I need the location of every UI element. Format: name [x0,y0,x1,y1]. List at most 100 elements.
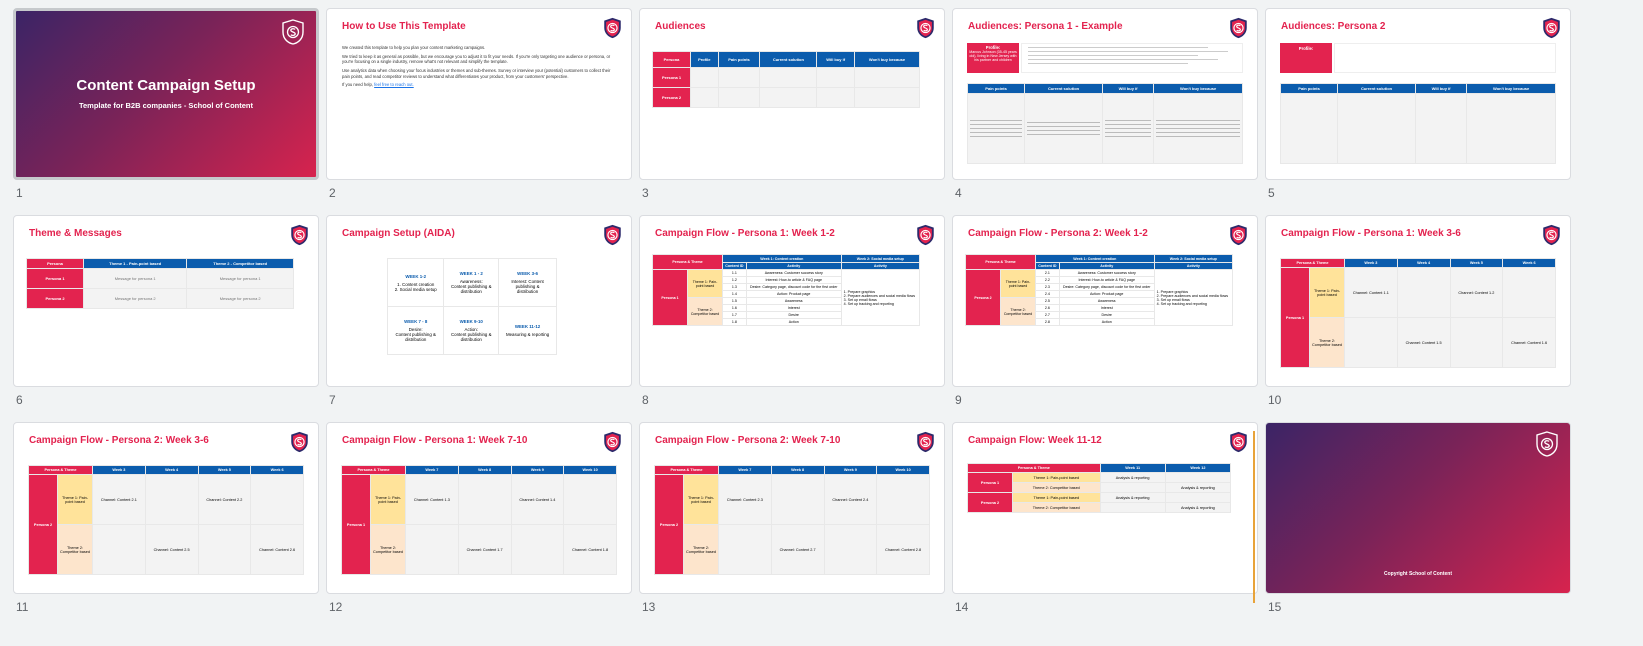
content-id: 2.3 [1035,283,1060,291]
theme-cell: Theme 2: Competitor based [57,524,93,575]
table-header: Theme 1 - Pain-point based [82,258,188,269]
table-cell [1024,93,1103,164]
slide-thumbnail-13[interactable]: Campaign Flow - Persona 2: Week 7-10 Per… [639,422,957,619]
slide-14[interactable]: Campaign Flow: Week 11-12 Persona & Them… [952,422,1258,594]
table-header: Persona & Theme [341,465,406,475]
activity-cell: Action: Product page [1058,290,1155,298]
slide-thumbnail-3[interactable]: Audiences Persona Profile Pain points Cu… [639,8,957,205]
week-header: Week 3 [92,465,146,475]
activity-cell: Awareness [745,297,842,305]
cover-subtitle: Template for B2B companies - School of C… [78,101,254,110]
table-header: Current solution [759,51,818,68]
slide-thumbnail-1[interactable]: Content Campaign Setup Template for B2B … [13,8,331,205]
list-item: 2. Prepare audiences and social media fl… [843,293,915,298]
school-of-content-logo-icon [1536,431,1558,457]
school-of-content-logo-icon [1229,224,1248,246]
aida-cell: WEEK 1 - 2 Awareness: Content publishing &… [443,258,500,307]
content-cell [1099,482,1166,493]
message-cell: Message for persona 1 [186,268,294,289]
slide-4[interactable]: Audiences: Persona 1 - Example Profile: … [952,8,1258,180]
persona-cell: Persona 1 [341,474,371,575]
week-header: Week 7 [405,465,459,475]
school-of-content-logo-icon [916,224,935,246]
activity-cell: Desire: Category page, discount code for… [745,283,842,291]
slide-2[interactable]: How to Use This Template We created this… [326,8,632,180]
slide-7[interactable]: Campaign Setup (AIDA) WEEK 1-2 1. Content… [326,215,632,387]
week-label: WEEK 1-2 [405,273,427,279]
content-id: 2.4 [1035,290,1060,298]
slide-thumbnail-6[interactable]: Theme & Messages Persona Theme 1 - Pain-… [13,215,331,412]
slide-thumbnail-12[interactable]: Campaign Flow - Persona 1: Week 7-10 Per… [326,422,644,619]
slide-15[interactable]: Copyright School of Content [1265,422,1571,594]
help-text: If you need help, [342,82,375,88]
content-id: 2.1 [1035,269,1060,277]
slide-13[interactable]: Campaign Flow - Persona 2: Week 7-10 Per… [639,422,945,594]
slide-9[interactable]: Campaign Flow - Persona 2: Week 1-2 Pers… [952,215,1258,387]
slide-thumbnail-8[interactable]: Campaign Flow - Persona 1: Week 1-2 Pers… [639,215,957,412]
slide-number: 13 [642,600,656,614]
slide-6[interactable]: Theme & Messages Persona Theme 1 - Pain-… [13,215,319,387]
slide-thumbnail-4[interactable]: Audiences: Persona 1 - Example Profile: … [952,8,1270,205]
slide-12[interactable]: Campaign Flow - Persona 1: Week 7-10 Per… [326,422,632,594]
aida-cell: WEEK 11-12 Measuring & reporting [498,306,557,355]
week-header: Week 4 [1396,258,1451,268]
content-cell: Channel: Content 1.3 [405,474,459,525]
profile-box: Profile: [1280,43,1332,73]
slide-thumbnail-11[interactable]: Campaign Flow - Persona 2: Week 3-6 Pers… [13,422,331,619]
content-cell: Channel: Content 2.7 [770,524,825,575]
week-header: Week 12 [1164,463,1232,473]
content-cell: Channel: Content 2.1 [92,474,146,525]
audiences-table: Persona Profile Pain points Current solu… [651,51,921,108]
contact-link[interactable]: feel free to reach out. [374,82,414,87]
table-header: Won't buy because [853,51,921,68]
table-header: Theme 2 - Competitor based [186,258,294,269]
slide-11[interactable]: Campaign Flow - Persona 2: Week 3-6 Pers… [13,422,319,594]
profile-label: Profile: [1298,46,1314,51]
slide-8[interactable]: Campaign Flow - Persona 1: Week 1-2 Pers… [639,215,945,387]
slide-10[interactable]: Campaign Flow - Persona 1: Week 3-6 Pers… [1265,215,1571,387]
slide-title: Theme & Messages [29,228,122,239]
slide-title: Campaign Flow - Persona 2: Week 3-6 [29,435,209,446]
week-header: Week 5 [1449,258,1504,268]
aida-cell: WEEK 7 - 8 Desire: Content publishing & dis… [386,306,445,355]
table-header: Activity [1153,262,1234,270]
slide-thumbnail-14[interactable]: Campaign Flow: Week 11-12 Persona & Them… [952,422,1270,619]
activity-cell: Desire [1058,311,1155,319]
theme-cell: Theme 1: Pain-point based [687,269,723,298]
content-id: 1.2 [722,276,747,284]
content-id: 2.5 [1035,297,1060,305]
week-label: WEEK 11-12 [514,324,541,329]
slide-5[interactable]: Audiences: Persona 2 Profile: Pain point… [1265,8,1571,180]
content-id: 1.4 [722,290,747,298]
weekly-plan-table: Persona & Theme Week 7 Week 8 Week 9 Week 10… [654,465,930,575]
persona-cell: Persona 2 [965,269,1001,326]
theme-cell: Theme 2: Competitor based [1012,482,1101,493]
slide-thumbnail-7[interactable]: Campaign Setup (AIDA) WEEK 1-2 1. Content… [326,215,644,412]
paragraph: If you need help, feel free to reach out… [342,82,612,88]
table-header: Persona & Theme [967,463,1101,473]
slide-1[interactable]: Content Campaign Setup Template for B2B … [13,8,319,180]
message-cell: Message for persona 2 [82,288,188,309]
slide-thumbnail-5[interactable]: Audiences: Persona 2 Profile: Pain point… [1265,8,1583,205]
list-item: 2. Prepare audiences and social media fl… [1156,293,1228,298]
slide-title: Campaign Flow - Persona 1: Week 3-6 [1281,228,1461,239]
insertion-cursor [1253,431,1255,603]
message-cell: Message for persona 2 [186,288,294,309]
activity-cell: Action [745,318,842,326]
school-of-content-logo-icon [1542,224,1561,246]
content-cell: Analysis & reporting [1164,502,1232,513]
slide-thumbnail-2[interactable]: How to Use This Template We created this… [326,8,644,205]
content-cell: Channel: Content 2.2 [197,474,252,525]
content-id: 1.7 [722,311,747,319]
slide-title: Audiences: Persona 2 [1281,21,1386,32]
slide-thumbnail-9[interactable]: Campaign Flow - Persona 2: Week 1-2 Pers… [952,215,1270,412]
activity-cell: Interest [745,304,842,312]
slide-thumbnail-10[interactable]: Campaign Flow - Persona 1: Week 3-6 Pers… [1265,215,1583,412]
table-header: Week 1: Content creation [722,254,842,263]
slide-3[interactable]: Audiences Persona Profile Pain points Cu… [639,8,945,180]
slide-thumbnail-15[interactable]: Copyright School of Content 15 [1265,422,1583,619]
content-cell [1164,472,1232,483]
aida-grid: WEEK 1-2 1. Content creation 2. Social med… [386,258,557,355]
school-of-content-logo-icon [282,19,304,45]
theme-cell: Theme 1: Pain-point based [1000,269,1036,298]
